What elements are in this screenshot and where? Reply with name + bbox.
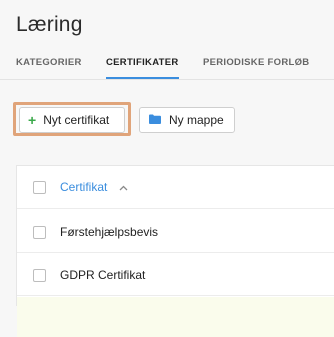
table-row-partial: [17, 297, 334, 337]
table-header: Certifikat: [17, 166, 334, 209]
row-checkbox[interactable]: [33, 225, 46, 239]
tab-certifikater[interactable]: CERTIFIKATER: [106, 57, 179, 79]
new-certificate-label: Nyt certifikat: [43, 113, 110, 127]
chevron-up-icon[interactable]: [119, 180, 128, 194]
table-row[interactable]: GDPR Certifikat: [17, 255, 334, 296]
new-folder-label: Ny mappe: [169, 113, 224, 127]
table-row[interactable]: Førstehjælpsbevis: [17, 212, 334, 253]
new-folder-button[interactable]: Ny mappe: [139, 107, 235, 133]
certificate-table: Certifikat Førstehjælpsbevis GDPR Certif…: [16, 165, 334, 337]
row-name[interactable]: GDPR Certifikat: [60, 268, 145, 282]
folder-icon: [149, 113, 161, 127]
row-checkbox[interactable]: [33, 268, 46, 282]
new-certificate-button[interactable]: + Nyt certifikat: [19, 107, 125, 133]
tab-bar: KATEGORIER CERTIFIKATER PERIODISKE FORLØ…: [0, 57, 334, 79]
column-header-label: Certifikat: [60, 179, 108, 194]
column-header-certifikat[interactable]: Certifikat: [60, 180, 128, 195]
tab-kategorier[interactable]: KATEGORIER: [16, 57, 82, 79]
row-name[interactable]: Førstehjælpsbevis: [60, 225, 158, 239]
plus-icon: +: [28, 112, 37, 128]
select-all-checkbox[interactable]: [33, 180, 46, 194]
tab-divider: [0, 79, 334, 80]
tab-periodiske-forlob[interactable]: PERIODISKE FORLØB: [203, 57, 309, 79]
page-title: Læring: [16, 13, 83, 36]
